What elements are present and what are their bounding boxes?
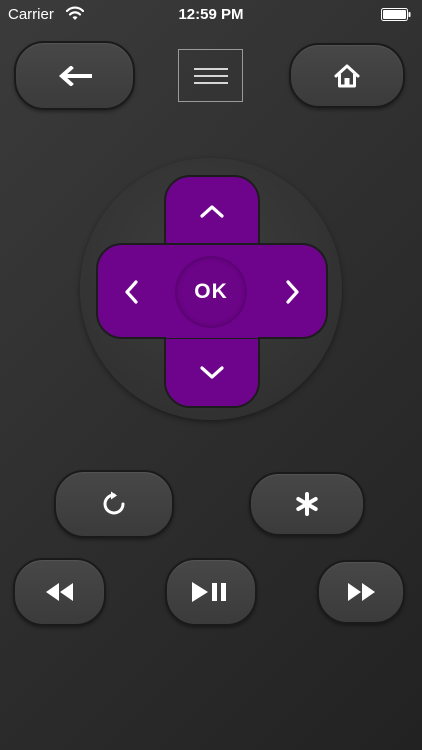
home-button[interactable] — [289, 43, 405, 108]
dpad-right-button[interactable] — [260, 246, 326, 338]
dpad-left-button[interactable] — [98, 246, 164, 338]
hamburger-menu-icon — [193, 67, 228, 84]
asterisk-icon — [296, 492, 318, 516]
status-bar: Carrier 12:59 PM — [0, 0, 422, 30]
rewind-button[interactable] — [13, 558, 106, 626]
chevron-down-icon — [200, 366, 224, 379]
options-button[interactable] — [249, 472, 365, 536]
back-arrow-icon — [58, 65, 92, 86]
replay-icon — [103, 491, 125, 515]
replay-button[interactable] — [54, 470, 174, 538]
play-pause-icon — [192, 582, 226, 602]
dpad-up-button[interactable] — [166, 178, 258, 244]
ok-button[interactable]: OK — [176, 257, 246, 327]
menu-button[interactable] — [178, 49, 243, 102]
battery-icon — [381, 8, 411, 21]
chevron-up-icon — [200, 205, 224, 218]
home-icon — [334, 64, 360, 87]
dpad-down-button[interactable] — [166, 340, 258, 406]
status-time: 12:59 PM — [178, 6, 244, 23]
back-button[interactable] — [14, 41, 135, 110]
play-pause-button[interactable] — [165, 558, 257, 626]
fast-forward-icon — [348, 583, 375, 601]
ok-label: OK — [194, 280, 228, 303]
rewind-icon — [45, 583, 73, 601]
chevron-left-icon — [125, 280, 138, 304]
chevron-right-icon — [286, 280, 299, 304]
fast-forward-button[interactable] — [317, 560, 405, 624]
